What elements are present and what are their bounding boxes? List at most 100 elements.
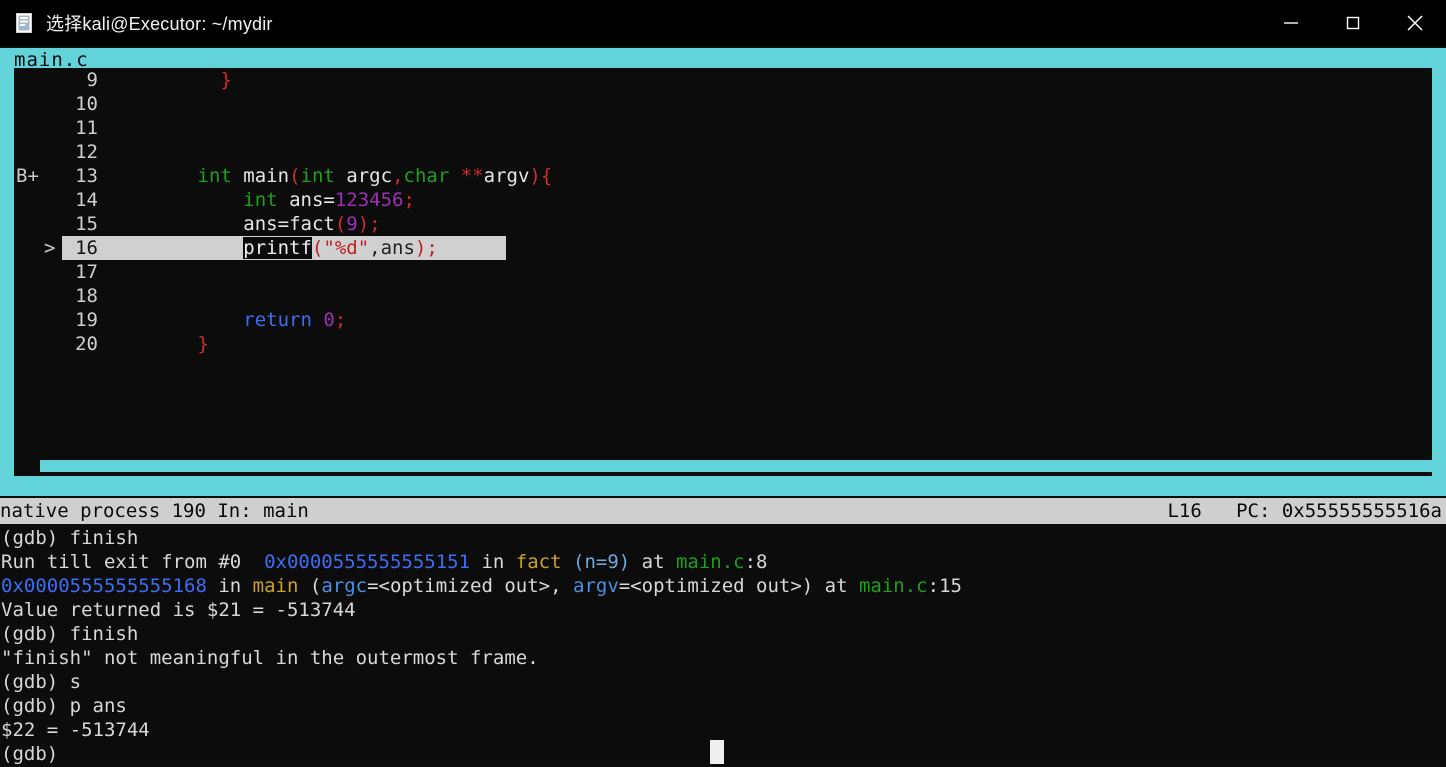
code-token: ; bbox=[369, 213, 381, 235]
console-line: Run till exit from #0 0x0000555555555151… bbox=[0, 550, 1446, 574]
code-token: { bbox=[540, 165, 553, 187]
console-token: ( bbox=[298, 575, 322, 597]
code-token: printf bbox=[243, 237, 312, 259]
code-token: } bbox=[220, 69, 232, 91]
code-token: return bbox=[243, 309, 312, 331]
console-token: main bbox=[252, 575, 299, 597]
gdb-tui-source-window[interactable]: 9 } 10 11 12 B+ 13 int main(int argc,char **a… bbox=[0, 48, 1446, 496]
source-line: 17 bbox=[14, 260, 1404, 284]
breakpoint-marker: B+ bbox=[16, 165, 39, 187]
console-line: (gdb) p ans bbox=[0, 694, 1446, 718]
source-frame-left bbox=[0, 48, 14, 496]
code-token: ; bbox=[334, 309, 347, 331]
code-token: ans bbox=[380, 237, 415, 259]
source-line: 11 bbox=[14, 116, 1404, 140]
source-line-number: 10 bbox=[75, 93, 98, 115]
console-token: in bbox=[206, 575, 253, 597]
source-line-number: 9 bbox=[86, 69, 98, 91]
console-token: :15 bbox=[927, 575, 962, 597]
code-token: ( bbox=[289, 165, 301, 187]
source-line: B+ 13 int main(int argc,char **argv){ bbox=[14, 164, 1404, 188]
code-token: 123456 bbox=[334, 189, 404, 211]
code-token: ) bbox=[357, 213, 370, 235]
source-line-number: 19 bbox=[75, 309, 98, 331]
source-line-number: 13 bbox=[75, 165, 98, 187]
source-line-number: 14 bbox=[75, 189, 98, 211]
source-line-number: 20 bbox=[75, 333, 98, 355]
code-token: ** bbox=[460, 165, 484, 187]
window-title: 选择kali@Executor: ~/mydir bbox=[46, 14, 273, 34]
source-line: 14 int ans=123456; bbox=[14, 188, 1404, 212]
console-token: argc bbox=[321, 575, 368, 597]
console-token: argv bbox=[573, 575, 619, 597]
source-line: 10 bbox=[14, 92, 1404, 116]
source-line: 18 bbox=[14, 284, 1404, 308]
console-token bbox=[562, 551, 573, 573]
console-line: Value returned is $21 = -513744 bbox=[0, 598, 1446, 622]
source-line-number: 16 bbox=[75, 237, 98, 259]
console-token: fact bbox=[515, 551, 562, 573]
code-token: ; bbox=[426, 237, 438, 259]
close-button[interactable] bbox=[1384, 0, 1446, 46]
code-token: ; bbox=[403, 189, 415, 211]
code-token: char bbox=[403, 165, 450, 187]
source-frame-bevel-bottom bbox=[40, 460, 1432, 472]
source-line: 12 bbox=[14, 140, 1404, 164]
window-titlebar[interactable]: 选择kali@Executor: ~/mydir bbox=[0, 0, 1446, 46]
gdb-console-output[interactable]: (gdb) finish Run till exit from #0 0x0000… bbox=[0, 526, 1446, 767]
console-line: (gdb) s bbox=[0, 670, 1446, 694]
source-line-text: int main(int argc,char **argv){ bbox=[106, 164, 553, 188]
source-line-number: 17 bbox=[75, 261, 98, 283]
console-line: $22 = -513744 bbox=[0, 718, 1446, 742]
code-token: , bbox=[392, 165, 404, 187]
console-token: :8 bbox=[744, 551, 768, 573]
source-line-text: printf("%d",ans); bbox=[106, 236, 438, 260]
terminal-document-icon bbox=[14, 12, 36, 34]
code-token: "%d" bbox=[323, 237, 370, 259]
code-token: } bbox=[197, 333, 209, 355]
code-token: ( bbox=[334, 213, 347, 235]
code-token: argc bbox=[346, 165, 393, 187]
console-token: 0x0000555555555151 bbox=[264, 551, 471, 573]
source-line-number: 18 bbox=[75, 285, 98, 307]
status-location-info: L16 PC: 0x55555555516a bbox=[1167, 500, 1442, 522]
terminal-surface[interactable]: 9 } 10 11 12 B+ 13 int main(int argc,char **a… bbox=[0, 46, 1446, 767]
maximize-button[interactable] bbox=[1322, 0, 1384, 46]
source-line: 19 return 0; bbox=[14, 308, 1404, 332]
console-token: 0x0000555555555168 bbox=[1, 575, 207, 597]
code-token: = bbox=[323, 189, 335, 211]
console-token: in bbox=[470, 551, 516, 573]
code-token: ( bbox=[311, 237, 324, 259]
source-line: 20 } bbox=[14, 332, 1404, 356]
console-token: Value returned is $21 = -513744 bbox=[1, 599, 356, 621]
code-token: fact bbox=[289, 213, 335, 235]
source-file-label: main.c bbox=[14, 49, 89, 71]
source-line-number: 15 bbox=[75, 213, 98, 235]
source-code-area[interactable]: 9 } 10 11 12 B+ 13 int main(int argc,char **a… bbox=[14, 68, 1432, 476]
console-token: main.c bbox=[675, 551, 745, 573]
code-token: 9 bbox=[346, 213, 358, 235]
console-token: at bbox=[630, 551, 676, 573]
source-line: 9 } bbox=[14, 68, 1404, 92]
minimize-button[interactable] bbox=[1260, 0, 1322, 46]
code-token: ans bbox=[289, 189, 324, 211]
source-line-text: return 0; bbox=[106, 308, 346, 332]
code-token: int bbox=[300, 165, 335, 187]
console-token: main.c bbox=[858, 575, 928, 597]
console-line: (gdb) finish bbox=[0, 526, 1446, 550]
console-token: (gdb) bbox=[1, 743, 70, 765]
code-token: 0 bbox=[323, 309, 335, 331]
code-token: int bbox=[243, 189, 278, 211]
source-line-text: } bbox=[106, 68, 232, 92]
code-token: , bbox=[369, 237, 381, 259]
